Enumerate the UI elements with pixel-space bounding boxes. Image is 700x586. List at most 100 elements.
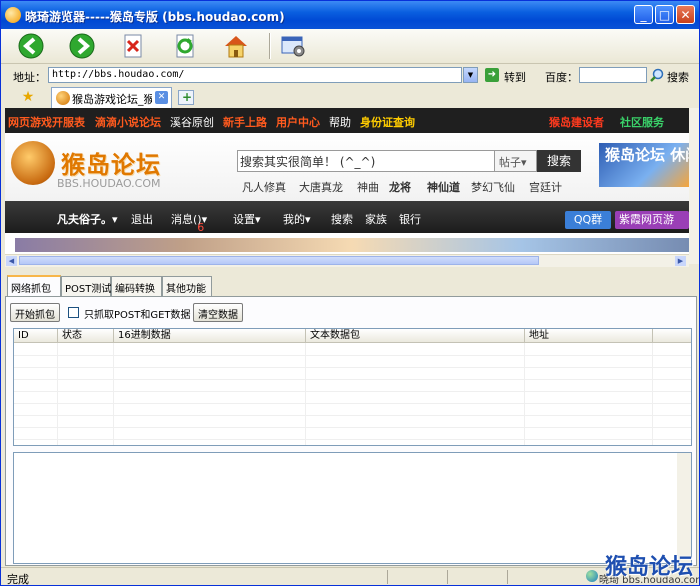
packet-detail-textarea[interactable] [13, 452, 692, 564]
stop-icon[interactable] [119, 32, 147, 60]
minimize-button[interactable]: _ [634, 5, 653, 24]
address-dropdown-button[interactable]: ▼ [463, 67, 478, 83]
baidu-label: 百度： [545, 71, 578, 84]
my-menu[interactable]: 我的▾ [283, 211, 311, 227]
hot-link[interactable]: 宫廷计 [529, 179, 562, 195]
favorites-star-icon[interactable]: ★ [15, 88, 41, 106]
app-icon [5, 7, 21, 23]
user-nav-bar: 凡夫俗子。▾ 退出 消息(6)▾ 设置▾ 我的▾ 搜索 家族 银行 QQ群 紫霞… [5, 201, 689, 234]
tab-encoding[interactable]: 编码转换 [111, 276, 162, 296]
clear-data-button[interactable]: 清空数据 [193, 303, 243, 322]
bank-link[interactable]: 银行 [399, 211, 421, 227]
scrollbar-thumb[interactable] [19, 256, 539, 265]
textarea-scrollbar[interactable] [677, 453, 691, 563]
tab-close-icon[interactable]: ✕ [155, 91, 168, 104]
username-menu[interactable]: 凡夫俗子。▾ [57, 211, 118, 227]
post-get-only-checkbox[interactable] [68, 307, 79, 318]
tab-label: 猴岛游戏论坛_猴岛 [72, 93, 152, 106]
tab-houdao[interactable]: 猴岛游戏论坛_猴岛 ✕ [51, 87, 172, 108]
address-label: 地址： [13, 71, 46, 84]
nav-link-builders[interactable]: 猴岛建设者 [549, 114, 604, 130]
baidu-search-button[interactable]: 搜索 [667, 69, 689, 85]
refresh-icon[interactable] [171, 32, 199, 60]
row-line [14, 427, 691, 428]
nav-link-id-lookup[interactable]: 身份证查询 [360, 114, 415, 130]
new-tab-icon[interactable] [178, 90, 194, 105]
header-ad-banner[interactable]: 猴岛论坛 休闲、娱 [599, 143, 689, 187]
address-input[interactable]: http://bbs.houdao.com/ [48, 67, 462, 83]
home-icon[interactable] [222, 32, 250, 60]
browser-window: 晓琦游览器-----猴岛专版 (bbs.houdao.com) _ □ ✕ 地址… [0, 0, 700, 586]
site-search-button[interactable]: 搜索 [537, 150, 581, 172]
col-line [113, 343, 114, 445]
site-header: 猴岛论坛 BBS.HOUDAO.COM 搜索其实很简单！ (^_^) 帖子▾ 搜… [5, 133, 689, 201]
settings-icon[interactable] [279, 32, 307, 60]
back-icon[interactable] [17, 32, 45, 60]
site-search-input[interactable]: 搜索其实很简单！ (^_^) [237, 150, 495, 172]
go-button[interactable]: 转到 [504, 69, 526, 85]
packet-table[interactable]: ID 状态 16进制数据 文本数据包 地址 [13, 328, 692, 446]
nav-link-xigu[interactable]: 溪谷原创 [170, 114, 214, 130]
nav-link-novel-forum[interactable]: 滴滴小说论坛 [95, 114, 161, 130]
nav-link-user-center[interactable]: 用户中心 [276, 114, 320, 130]
page-horizontal-scrollbar[interactable]: ◀ ▶ [5, 254, 689, 267]
monkey-logo-icon[interactable] [11, 141, 55, 185]
tab-other[interactable]: 其他功能 [162, 276, 212, 296]
baidu-search-input[interactable] [579, 67, 647, 83]
messages-menu[interactable]: 消息(6)▾ [171, 211, 207, 234]
hot-link[interactable]: 凡人修真 [242, 179, 286, 195]
promo-banner-strip[interactable] [15, 238, 689, 252]
row-line [14, 379, 691, 380]
internet-zone-icon [586, 570, 598, 582]
nav-link-help[interactable]: 帮助 [329, 114, 351, 130]
status-text: 完成 [7, 573, 29, 586]
row-line [14, 367, 691, 368]
status-cell [387, 570, 448, 584]
row-line [14, 439, 691, 440]
hot-link[interactable]: 神曲 [357, 179, 379, 195]
address-bar: 地址： http://bbs.houdao.com/ ▼ ➜ 转到 百度： 搜索 [1, 64, 699, 86]
site-logo-domain: BBS.HOUDAO.COM [57, 177, 161, 190]
settings-menu[interactable]: 设置▾ [233, 211, 261, 227]
column-header-id[interactable]: ID [14, 329, 58, 343]
tab-post-test[interactable]: POST测试 [61, 276, 111, 296]
hot-link[interactable]: 大唐真龙 [299, 179, 343, 195]
tab-packet-capture[interactable]: 网络抓包 [7, 275, 61, 296]
scroll-right-arrow-icon[interactable]: ▶ [675, 256, 686, 266]
close-button[interactable]: ✕ [676, 5, 695, 24]
row-line [14, 355, 691, 356]
nav-link-newbie[interactable]: 新手上路 [223, 114, 267, 130]
go-arrow-icon[interactable]: ➜ [485, 68, 499, 82]
column-header-filler [653, 329, 691, 343]
nav-link-webgame-schedule[interactable]: 网页游戏开服表 [8, 114, 85, 130]
monkey-favicon-icon [56, 91, 70, 105]
start-capture-button[interactable]: 开始抓包 [10, 303, 60, 322]
logout-link[interactable]: 退出 [131, 211, 153, 227]
toolbar [1, 29, 699, 64]
column-header-address[interactable]: 地址 [525, 329, 653, 343]
column-header-status[interactable]: 状态 [58, 329, 114, 343]
toolbar-separator [269, 33, 271, 59]
hot-link[interactable]: 梦幻飞仙 [471, 179, 515, 195]
zixia-webgame-button[interactable]: 紫霞网页游 [615, 211, 689, 229]
site-logo-text[interactable]: 猴岛论坛 [61, 145, 161, 180]
nav-link-community-service[interactable]: 社区服务 [620, 114, 664, 130]
tab-bar: ★ 猴岛游戏论坛_猴岛 ✕ [1, 86, 699, 108]
page-vertical-scrollbar[interactable] [689, 108, 699, 264]
col-line [305, 343, 306, 445]
hot-link[interactable]: 龙将 [389, 179, 411, 195]
family-link[interactable]: 家族 [365, 211, 387, 227]
magnifier-icon[interactable] [650, 68, 664, 82]
site-top-nav: 网页游戏开服表 滴滴小说论坛 溪谷原创 新手上路 用户中心 帮助 身份证查询 猴… [5, 108, 689, 133]
site-search-type-select[interactable]: 帖子▾ [495, 150, 537, 172]
column-header-hex[interactable]: 16进制数据 [114, 329, 306, 343]
scroll-left-arrow-icon[interactable]: ◀ [6, 256, 17, 266]
forward-icon[interactable] [68, 32, 96, 60]
search-link[interactable]: 搜索 [331, 211, 353, 227]
post-get-only-label: 只抓取POST和GET数据 [84, 310, 191, 321]
column-header-text[interactable]: 文本数据包 [306, 329, 525, 343]
hot-link[interactable]: 神仙道 [427, 179, 460, 195]
status-cell [447, 570, 508, 584]
maximize-button[interactable]: □ [655, 5, 674, 24]
qq-group-button[interactable]: QQ群 [565, 211, 611, 229]
